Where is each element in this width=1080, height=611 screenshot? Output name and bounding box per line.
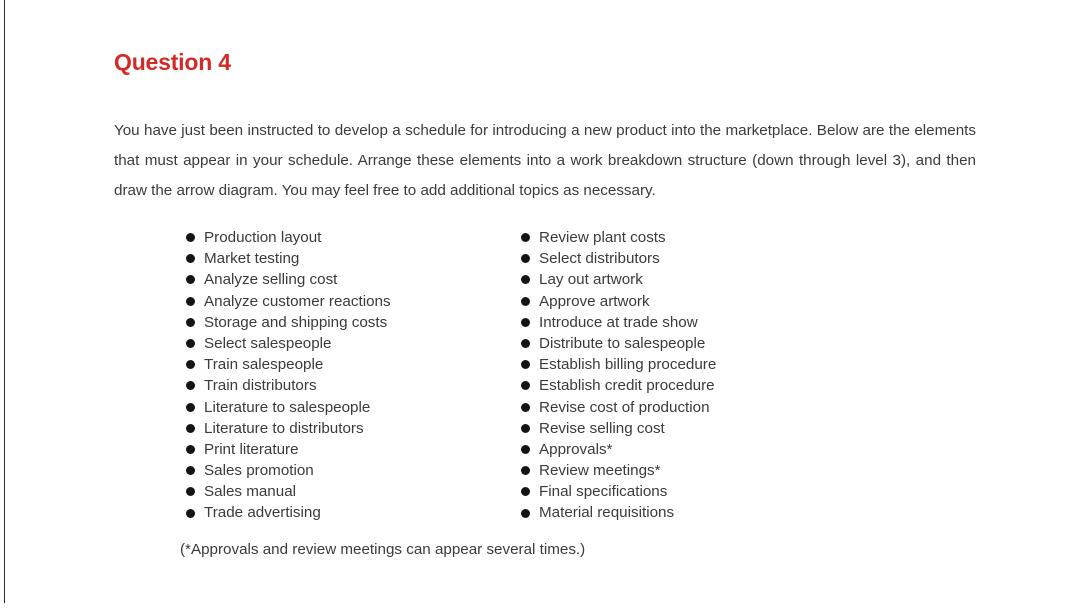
list-item-label: Sales manual [204, 483, 297, 501]
list-item-label: Distribute to salespeople [539, 334, 706, 352]
list-item: Revise cost of production [521, 397, 906, 418]
elements-lists: Production layout Market testing Analyze… [186, 227, 906, 524]
bullet-dot-icon [521, 444, 530, 454]
bullet-dot-icon [521, 360, 530, 370]
document-page: Question 4 You have just been instructed… [0, 0, 1080, 611]
list-item: Sales manual [186, 481, 521, 502]
list-item: Market testing [186, 248, 521, 269]
list-item: Select salespeople [186, 333, 521, 354]
list-item: Production layout [186, 227, 521, 248]
page-edge-rule [4, 0, 5, 603]
footnote: (*Approvals and review meetings can appe… [180, 541, 586, 558]
list-item-label: Select distributors [539, 250, 660, 268]
list-item-label: Introduce at trade show [539, 313, 698, 331]
list-item-label: Review plant costs [539, 229, 666, 246]
list-item: Review meetings* [521, 460, 906, 481]
bullet-dot-icon [186, 233, 195, 243]
list-item-label: Revise selling cost [539, 419, 665, 437]
list-item: Storage and shipping costs [186, 312, 521, 333]
list-item-label: Analyze selling cost [204, 271, 338, 289]
bullet-dot-icon [186, 423, 195, 433]
bullet-dot-icon [186, 317, 195, 327]
list-item: Train distributors [186, 375, 521, 396]
list-item-label: Establish credit procedure [539, 377, 715, 395]
bullet-dot-icon [186, 339, 195, 349]
list-item-label: Approve artwork [539, 292, 650, 310]
list-item-label: Literature to salespeople [204, 398, 371, 416]
bullet-dot-icon [186, 360, 195, 370]
bullet-dot-icon [521, 317, 530, 327]
bullet-dot-icon [186, 444, 195, 454]
list-item: Establish credit procedure [521, 375, 906, 396]
bullet-dot-icon [186, 254, 195, 264]
list-item-label: Establish billing procedure [539, 356, 717, 374]
list-item: Literature to distributors [186, 418, 521, 439]
bullet-dot-icon [521, 233, 530, 243]
list-item-label: Trade advertising [204, 504, 321, 522]
list-item-label: Select salespeople [204, 334, 332, 352]
bullet-dot-icon [521, 254, 530, 264]
list-item: Final specifications [521, 481, 906, 502]
list-item: Analyze customer reactions [186, 291, 521, 312]
bullet-dot-icon [521, 296, 530, 306]
elements-right-column: Review plant costs Select distributors L… [521, 227, 906, 524]
bullet-dot-icon [521, 466, 530, 476]
bullet-dot-icon [521, 381, 530, 391]
list-item-label: Revise cost of production [539, 398, 710, 416]
list-item: Lay out artwork [521, 269, 906, 290]
list-item-label: Final specifications [539, 483, 668, 501]
bullet-dot-icon [521, 508, 530, 518]
elements-left-column: Production layout Market testing Analyze… [186, 227, 521, 524]
bullet-dot-icon [521, 402, 530, 412]
list-item-label: Print literature [204, 440, 299, 458]
list-item-label: Sales promotion [204, 462, 314, 480]
list-item-label: Train salespeople [204, 356, 324, 374]
bullet-list-left: Production layout Market testing Analyze… [186, 227, 521, 524]
list-item: Analyze selling cost [186, 269, 521, 290]
list-item-label: Analyze customer reactions [204, 292, 391, 310]
list-item-label: Lay out artwork [539, 271, 643, 289]
list-item: Trade advertising [186, 502, 521, 523]
bullet-dot-icon [186, 466, 195, 476]
list-item: Establish billing procedure [521, 354, 906, 375]
list-item-label: Approvals* [539, 440, 613, 458]
list-item: Sales promotion [186, 460, 521, 481]
list-item: Revise selling cost [521, 418, 906, 439]
bullet-dot-icon [186, 402, 195, 412]
list-item: Print literature [186, 439, 521, 460]
bullet-dot-icon [186, 508, 195, 518]
question-body-text: You have just been instructed to develop… [114, 122, 976, 200]
bullet-dot-icon [186, 296, 195, 306]
bullet-dot-icon [521, 339, 530, 349]
list-item: Approvals* [521, 439, 906, 460]
list-item: Introduce at trade show [521, 312, 906, 333]
list-item: Distribute to salespeople [521, 333, 906, 354]
list-item-label: Material requisitions [539, 504, 675, 522]
list-item-label: Train distributors [204, 377, 317, 395]
list-item-label: Review meetings* [539, 462, 661, 480]
list-item: Approve artwork [521, 291, 906, 312]
list-item: Train salespeople [186, 354, 521, 375]
bullet-dot-icon [186, 381, 195, 391]
list-item-label: Production layout [204, 229, 322, 246]
list-item: Select distributors [521, 248, 906, 269]
bullet-dot-icon [186, 487, 195, 497]
bullet-dot-icon [186, 275, 195, 285]
bullet-list-right: Review plant costs Select distributors L… [521, 227, 906, 524]
list-item-label: Market testing [204, 250, 300, 268]
bullet-dot-icon [521, 487, 530, 497]
list-item: Material requisitions [521, 502, 906, 523]
list-item: Review plant costs [521, 227, 906, 248]
bullet-dot-icon [521, 275, 530, 285]
list-item: Literature to salespeople [186, 397, 521, 418]
list-item-label: Storage and shipping costs [204, 313, 388, 331]
page-title: Question 4 [114, 49, 231, 76]
bullet-dot-icon [521, 423, 530, 433]
list-item-label: Literature to distributors [204, 419, 364, 437]
